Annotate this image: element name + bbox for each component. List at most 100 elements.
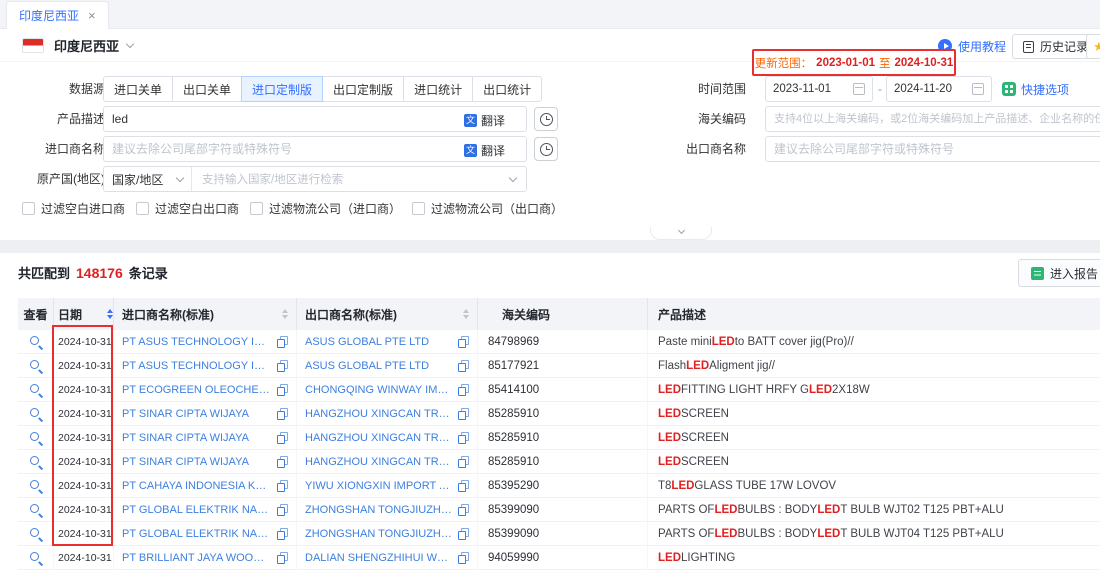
exporter-link[interactable]: YIWU XIONGXIN IMPORT AND EXPORT... <box>305 480 452 492</box>
exporter-link[interactable]: ZHONGSHAN TONGJIUZHOU INTERNA... <box>305 504 452 516</box>
filter-checkbox[interactable]: 过滤物流公司（进口商） <box>250 200 401 217</box>
data-source-option[interactable]: 进口关单 <box>103 76 173 102</box>
data-source-option[interactable]: 出口关单 <box>172 76 242 102</box>
tab-bar: 印度尼西亚 × <box>0 0 1100 29</box>
exporter-link[interactable]: ASUS GLOBAL PTE LTD <box>305 336 452 348</box>
hs-code: 94059990 <box>478 546 648 569</box>
exporter-name-input[interactable] <box>765 136 1100 162</box>
importer-link[interactable]: PT BRILLIANT JAYA WOOD INDUSTRY <box>122 552 271 564</box>
origin-country-input[interactable]: 支持输入国家/地区进行检索 <box>192 171 510 187</box>
calendar-icon <box>972 83 984 95</box>
data-source-option[interactable]: 进口定制版 <box>241 76 323 102</box>
checkbox-icon[interactable] <box>22 202 35 215</box>
copy-icon[interactable] <box>277 408 288 420</box>
copy-icon[interactable] <box>277 552 288 564</box>
search-icon[interactable] <box>29 503 43 517</box>
importer-link[interactable]: PT GLOBAL ELEKTRIK NASIONAL <box>122 528 271 540</box>
collapse-panel-button[interactable] <box>650 227 712 240</box>
importer-link[interactable]: PT ASUS TECHNOLOGY INDONESIA BA... <box>122 360 271 372</box>
copy-icon[interactable] <box>458 456 469 468</box>
column-header[interactable]: 查看 <box>18 298 54 330</box>
search-icon[interactable] <box>29 527 43 541</box>
translate-button[interactable]: 文 翻译 <box>464 142 505 159</box>
product-description: LED LIGHTING <box>648 546 1100 569</box>
copy-icon[interactable] <box>277 504 288 516</box>
sort-icon[interactable] <box>463 309 469 319</box>
favorite-button[interactable]: ★ <box>1086 34 1100 59</box>
copy-icon[interactable] <box>458 408 469 420</box>
copy-icon[interactable] <box>458 384 469 396</box>
exporter-link[interactable]: HANGZHOU XINGCAN TRADING CO LTD <box>305 432 452 444</box>
copy-icon[interactable] <box>277 384 288 396</box>
column-header[interactable]: 进口商名称(标准) <box>114 298 297 330</box>
importer-link[interactable]: PT SINAR CIPTA WIJAYA <box>122 408 271 420</box>
translate-button[interactable]: 文 翻译 <box>464 112 505 129</box>
exporter-link[interactable]: ASUS GLOBAL PTE LTD <box>305 360 452 372</box>
importer-link[interactable]: PT GLOBAL ELEKTRIK NASIONAL <box>122 504 271 516</box>
exporter-link[interactable]: HANGZHOU XINGCAN TRADING CO LTD <box>305 408 452 420</box>
importer-link[interactable]: PT ECOGREEN OLEOCHEMICALS <box>122 384 271 396</box>
importer-link[interactable]: PT ASUS TECHNOLOGY INDONESIA BA... <box>122 336 271 348</box>
search-icon[interactable] <box>29 431 43 445</box>
start-date-input[interactable]: 2023-11-01 <box>765 76 873 102</box>
copy-icon[interactable] <box>458 480 469 492</box>
search-history-button[interactable] <box>534 137 558 161</box>
filter-checkbox[interactable]: 过滤空白进口商 <box>22 200 125 217</box>
copy-icon[interactable] <box>277 360 288 372</box>
importer-link[interactable]: PT SINAR CIPTA WIJAYA <box>122 432 271 444</box>
search-history-button[interactable] <box>534 107 558 131</box>
search-icon[interactable] <box>29 455 43 469</box>
copy-icon[interactable] <box>277 480 288 492</box>
copy-icon[interactable] <box>277 528 288 540</box>
quick-options-button[interactable]: 快捷选项 <box>1002 76 1069 102</box>
tab-close-icon[interactable]: × <box>88 9 96 22</box>
hs-code-input[interactable] <box>765 106 1100 132</box>
view-cell <box>18 450 54 473</box>
copy-icon[interactable] <box>277 336 288 348</box>
origin-country-select[interactable]: 国家/地区 <box>104 167 192 191</box>
data-source-option[interactable]: 进口统计 <box>403 76 473 102</box>
importer-link[interactable]: PT CAHAYA INDONESIA KARGO <box>122 480 271 492</box>
search-icon[interactable] <box>29 479 43 493</box>
search-icon[interactable] <box>29 335 43 349</box>
column-header[interactable]: 海关编码 <box>478 298 648 330</box>
importer-link[interactable]: PT SINAR CIPTA WIJAYA <box>122 456 271 468</box>
search-icon[interactable] <box>29 407 43 421</box>
copy-icon[interactable] <box>458 432 469 444</box>
exporter-link[interactable]: CHONGQING WINWAY IMPORT AND E... <box>305 384 452 396</box>
checkbox-icon[interactable] <box>412 202 425 215</box>
exporter-link[interactable]: DALIAN SHENGZHIHUI WOOD INDUST... <box>305 552 452 564</box>
filter-checkbox[interactable]: 过滤物流公司（出口商） <box>412 200 563 217</box>
enter-report-button[interactable]: 进入报告 <box>1018 259 1100 287</box>
copy-icon[interactable] <box>458 336 469 348</box>
sort-icon[interactable] <box>107 309 113 319</box>
search-icon[interactable] <box>29 551 43 565</box>
tab-indonesia[interactable]: 印度尼西亚 × <box>6 1 109 29</box>
checkbox-icon[interactable] <box>250 202 263 215</box>
copy-icon[interactable] <box>458 360 469 372</box>
copy-icon[interactable] <box>458 504 469 516</box>
column-header[interactable]: 日期 <box>54 298 114 330</box>
highlight-term: LED <box>809 384 832 396</box>
data-source-option[interactable]: 出口定制版 <box>322 76 404 102</box>
chevron-down-icon[interactable] <box>126 40 134 48</box>
sort-icon[interactable] <box>282 309 288 319</box>
exporter-link[interactable]: ZHONGSHAN TONGJIUZHOU INTERNA... <box>305 528 452 540</box>
data-source-option[interactable]: 出口统计 <box>472 76 542 102</box>
copy-icon[interactable] <box>458 552 469 564</box>
column-header[interactable]: 产品描述 <box>648 298 1100 330</box>
country-selector-label[interactable]: 印度尼西亚 <box>54 36 119 55</box>
hs-code: 85285910 <box>478 402 648 425</box>
copy-icon[interactable] <box>277 432 288 444</box>
column-header[interactable]: 出口商名称(标准) <box>297 298 478 330</box>
checkbox-icon[interactable] <box>136 202 149 215</box>
copy-icon[interactable] <box>458 528 469 540</box>
search-icon[interactable] <box>29 359 43 373</box>
copy-icon[interactable] <box>277 456 288 468</box>
record-date: 2024-10-31 <box>54 402 114 425</box>
exporter-link[interactable]: HANGZHOU XINGCAN TRADING CO LTD <box>305 456 452 468</box>
search-icon[interactable] <box>29 383 43 397</box>
view-cell <box>18 330 54 353</box>
end-date-input[interactable]: 2024-11-20 <box>886 76 992 102</box>
filter-checkbox[interactable]: 过滤空白出口商 <box>136 200 239 217</box>
